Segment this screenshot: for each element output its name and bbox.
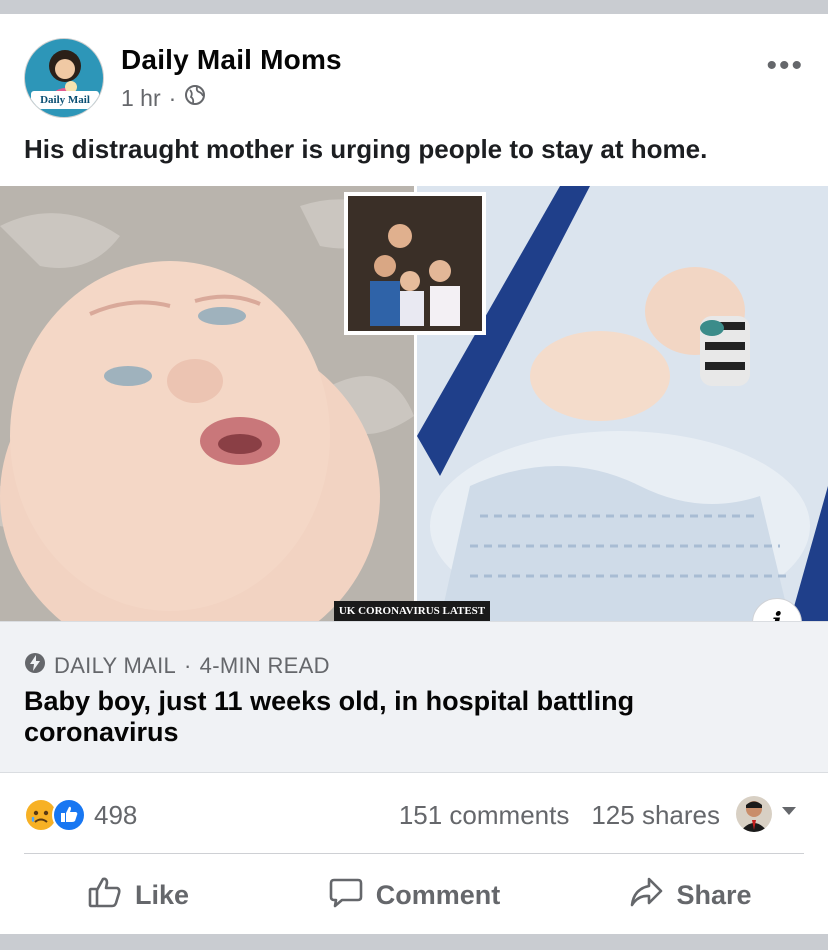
more-options-icon[interactable]: ••• — [766, 51, 804, 81]
source-name: DAILY MAIL — [54, 653, 177, 678]
like-reaction-icon — [52, 798, 86, 832]
link-source: DAILY MAIL · 4-MIN READ — [24, 652, 330, 680]
feed-top-gap — [0, 0, 828, 14]
post-header: Daily Mail Daily Mail Moms 1 hr · ••• — [0, 14, 828, 124]
page-name-link[interactable]: Daily Mail Moms — [121, 44, 342, 76]
baby-eye-right — [198, 307, 246, 325]
reactions-count: 498 — [94, 799, 138, 830]
reactions-summary[interactable]: 498 — [24, 798, 137, 832]
meta-separator: · — [168, 84, 177, 111]
share-label: Share — [676, 879, 752, 910]
baby-face — [10, 261, 330, 611]
share-button[interactable]: Share — [552, 858, 828, 932]
banner-text: UK CORONAVIRUS LATEST — [339, 605, 486, 617]
shares-count[interactable]: 125 shares — [591, 800, 720, 831]
engagement-stats: 498 151 comments 125 shares — [0, 790, 828, 840]
post-meta: 1 hr · — [121, 84, 206, 112]
comment-share-counts: 151 comments 125 shares — [399, 800, 720, 831]
thumbs-up-icon — [87, 874, 123, 917]
share-arrow-icon — [628, 874, 664, 917]
read-time: 4-MIN READ — [199, 653, 330, 678]
comments-count[interactable]: 151 comments — [399, 800, 570, 831]
avatar-brand-text: Daily Mail — [31, 91, 99, 109]
source-separator: · — [184, 653, 192, 678]
actions-divider — [24, 853, 804, 854]
like-button[interactable]: Like — [0, 858, 276, 932]
post-caption: His distraught mother is urging people t… — [24, 134, 708, 164]
link-headline[interactable]: Baby boy, just 11 weeks old, in hospital… — [24, 686, 784, 748]
shared-image[interactable]: UK CORONAVIRUS LATEST — [0, 186, 828, 621]
comment-button[interactable]: Comment — [276, 858, 552, 932]
link-preview[interactable]: DAILY MAIL · 4-MIN READ Baby boy, just 1… — [0, 621, 828, 773]
image-collage: UK CORONAVIRUS LATEST — [0, 186, 828, 621]
baby-nose — [167, 359, 223, 403]
baby-eye-left — [104, 366, 152, 386]
post-actions: Like Comment Share — [0, 858, 828, 932]
pacifier — [700, 320, 724, 336]
globe-icon — [184, 84, 206, 112]
page-avatar[interactable]: Daily Mail — [24, 38, 104, 118]
post-time[interactable]: 1 hr — [121, 85, 161, 112]
baby-body — [530, 331, 670, 421]
comment-label: Comment — [375, 879, 501, 910]
comment-bubble-icon — [328, 874, 364, 917]
caret-down-icon[interactable] — [780, 804, 798, 822]
feed-bottom-gap — [0, 934, 828, 950]
instant-article-icon — [24, 652, 46, 680]
viewer-avatar[interactable] — [736, 796, 772, 832]
like-label: Like — [134, 879, 190, 910]
